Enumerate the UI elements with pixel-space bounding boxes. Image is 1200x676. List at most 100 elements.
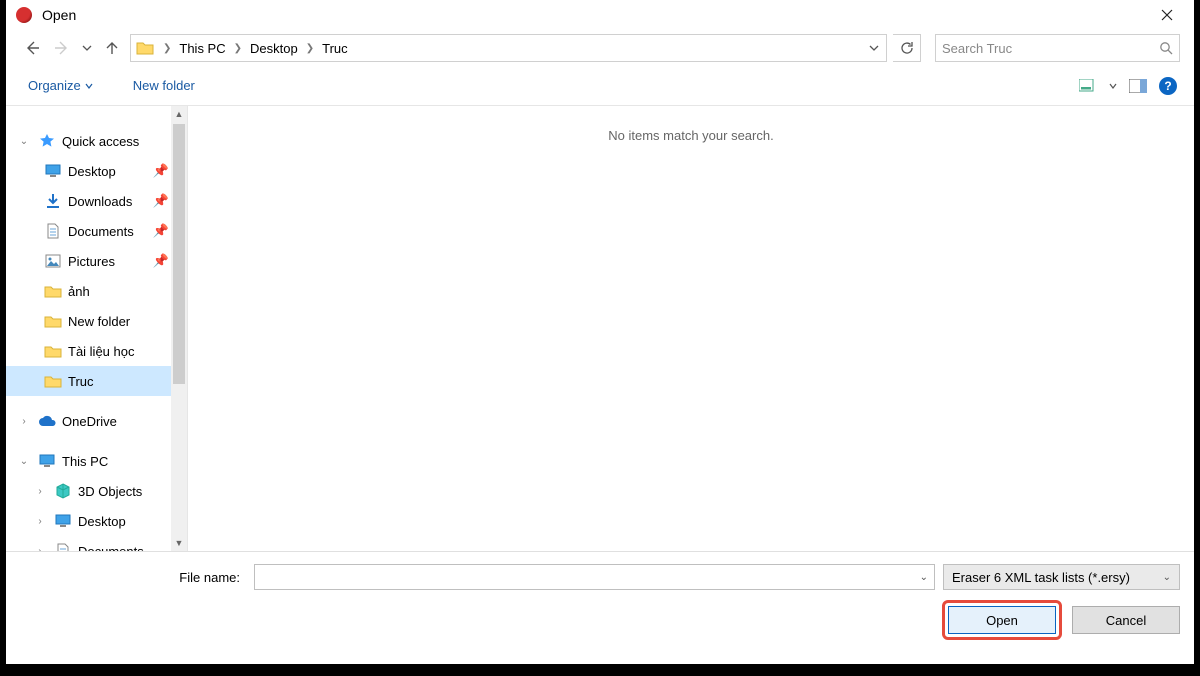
dialog-footer: File name: ⌄ Eraser 6 XML task lists (*.… xyxy=(6,551,1194,650)
folder-icon xyxy=(135,38,155,58)
chevron-down-icon[interactable]: ⌄ xyxy=(920,572,928,583)
tree-item-label: Documents xyxy=(68,224,134,239)
collapse-icon[interactable]: ⌄ xyxy=(16,136,32,147)
monitor-icon xyxy=(54,512,72,530)
pin-icon: 📌 xyxy=(153,223,169,239)
tree-item-desktop[interactable]: › Desktop xyxy=(6,506,187,536)
tree-item-desktop[interactable]: Desktop 📌 xyxy=(6,156,187,186)
tree-label: Quick access xyxy=(62,134,139,149)
tree-item-label: New folder xyxy=(68,314,130,329)
new-folder-button[interactable]: New folder xyxy=(125,66,203,105)
breadcrumb-desktop[interactable]: Desktop xyxy=(246,35,302,61)
up-button[interactable] xyxy=(100,36,124,60)
tree-label: This PC xyxy=(62,454,108,469)
expand-icon[interactable]: › xyxy=(32,486,48,497)
recent-locations-dropdown[interactable] xyxy=(80,36,94,60)
scroll-up-icon[interactable]: ▲ xyxy=(171,106,187,122)
tree-onedrive[interactable]: › OneDrive xyxy=(6,406,187,436)
document-icon xyxy=(54,542,72,551)
chevron-down-icon xyxy=(85,82,93,90)
monitor-icon xyxy=(38,452,56,470)
tree-this-pc[interactable]: ⌄ This PC xyxy=(6,446,187,476)
folder-icon xyxy=(44,372,62,390)
open-label: Open xyxy=(986,613,1018,628)
cancel-label: Cancel xyxy=(1106,613,1146,628)
cancel-button[interactable]: Cancel xyxy=(1072,606,1180,634)
search-input[interactable]: Search Truc xyxy=(935,34,1180,62)
download-icon xyxy=(44,192,62,210)
search-placeholder: Search Truc xyxy=(942,41,1159,56)
pin-icon: 📌 xyxy=(153,253,169,269)
tree-item-new-folder[interactable]: New folder xyxy=(6,306,187,336)
file-list-area[interactable]: No items match your search. xyxy=(188,106,1194,551)
tree-item-tài-liệu-học[interactable]: Tài liệu học xyxy=(6,336,187,366)
folder-icon xyxy=(44,282,62,300)
file-type-filter[interactable]: Eraser 6 XML task lists (*.ersy) ⌄ xyxy=(943,564,1180,590)
tree-item-label: Truc xyxy=(68,374,94,389)
preview-pane-button[interactable] xyxy=(1126,74,1150,98)
tree-item-ảnh[interactable]: ảnh xyxy=(6,276,187,306)
navigation-tree: ▲ ▼ ⌄ Quick access Desktop📌Downloads📌Doc… xyxy=(6,106,188,551)
tree-item-truc[interactable]: Truc xyxy=(6,366,187,396)
pin-icon: 📌 xyxy=(153,193,169,209)
refresh-button[interactable] xyxy=(893,34,921,62)
tree-item-documents[interactable]: › Documents xyxy=(6,536,187,551)
tree-quick-access[interactable]: ⌄ Quick access xyxy=(6,126,187,156)
tree-item-3d-objects[interactable]: › 3D Objects xyxy=(6,476,187,506)
tree-label: OneDrive xyxy=(62,414,117,429)
window-title: Open xyxy=(42,7,76,23)
collapse-icon[interactable]: ⌄ xyxy=(16,456,32,467)
command-bar: Organize New folder ? xyxy=(6,66,1194,106)
filename-input[interactable]: ⌄ xyxy=(254,564,935,590)
tree-item-label: ảnh xyxy=(68,284,90,299)
monitor-icon xyxy=(44,162,62,180)
address-dropdown-icon[interactable] xyxy=(862,35,886,61)
empty-message: No items match your search. xyxy=(188,106,1194,143)
tree-item-label: Desktop xyxy=(78,514,126,529)
pin-icon: 📌 xyxy=(153,163,169,179)
search-icon xyxy=(1159,41,1173,55)
tree-item-label: 3D Objects xyxy=(78,484,142,499)
expand-icon[interactable]: › xyxy=(16,416,32,427)
tree-item-label: Documents xyxy=(78,544,144,552)
tree-item-documents[interactable]: Documents 📌 xyxy=(6,216,187,246)
scroll-down-icon[interactable]: ▼ xyxy=(171,535,187,551)
tree-item-label: Pictures xyxy=(68,254,115,269)
tree-item-downloads[interactable]: Downloads 📌 xyxy=(6,186,187,216)
filename-label: File name: xyxy=(20,570,246,585)
chevron-right-icon: ❯ xyxy=(159,43,175,54)
tree-item-pictures[interactable]: Pictures 📌 xyxy=(6,246,187,276)
picture-icon xyxy=(44,252,62,270)
tree-item-label: Downloads xyxy=(68,194,132,209)
chevron-right-icon: ❯ xyxy=(302,43,318,54)
forward-button[interactable] xyxy=(50,36,74,60)
tree-item-label: Desktop xyxy=(68,164,116,179)
help-button[interactable]: ? xyxy=(1156,74,1180,98)
cube-icon xyxy=(54,482,72,500)
document-icon xyxy=(44,222,62,240)
organize-menu[interactable]: Organize xyxy=(20,66,101,105)
view-dropdown-icon[interactable] xyxy=(1106,74,1120,98)
expand-icon[interactable]: › xyxy=(32,516,48,527)
open-highlight: Open xyxy=(942,600,1062,640)
cloud-icon xyxy=(38,412,56,430)
star-icon xyxy=(38,132,56,150)
expand-icon[interactable]: › xyxy=(32,546,48,552)
scroll-thumb[interactable] xyxy=(173,124,185,384)
back-button[interactable] xyxy=(20,36,44,60)
new-folder-label: New folder xyxy=(133,78,195,93)
tree-scrollbar[interactable]: ▲ ▼ xyxy=(171,106,187,551)
folder-icon xyxy=(44,312,62,330)
chevron-right-icon: ❯ xyxy=(230,43,246,54)
organize-label: Organize xyxy=(28,78,81,93)
breadcrumb-truc[interactable]: Truc xyxy=(318,35,352,61)
filter-label: Eraser 6 XML task lists (*.ersy) xyxy=(952,570,1130,585)
navigation-row: ❯ This PC ❯ Desktop ❯ Truc Search Truc xyxy=(6,30,1194,66)
view-options-button[interactable] xyxy=(1076,74,1100,98)
title-bar: Open xyxy=(6,0,1194,30)
chevron-down-icon[interactable]: ⌄ xyxy=(1163,572,1171,583)
close-icon[interactable] xyxy=(1144,0,1190,30)
breadcrumb-this-pc[interactable]: This PC xyxy=(175,35,229,61)
open-button[interactable]: Open xyxy=(948,606,1056,634)
address-bar[interactable]: ❯ This PC ❯ Desktop ❯ Truc xyxy=(130,34,887,62)
